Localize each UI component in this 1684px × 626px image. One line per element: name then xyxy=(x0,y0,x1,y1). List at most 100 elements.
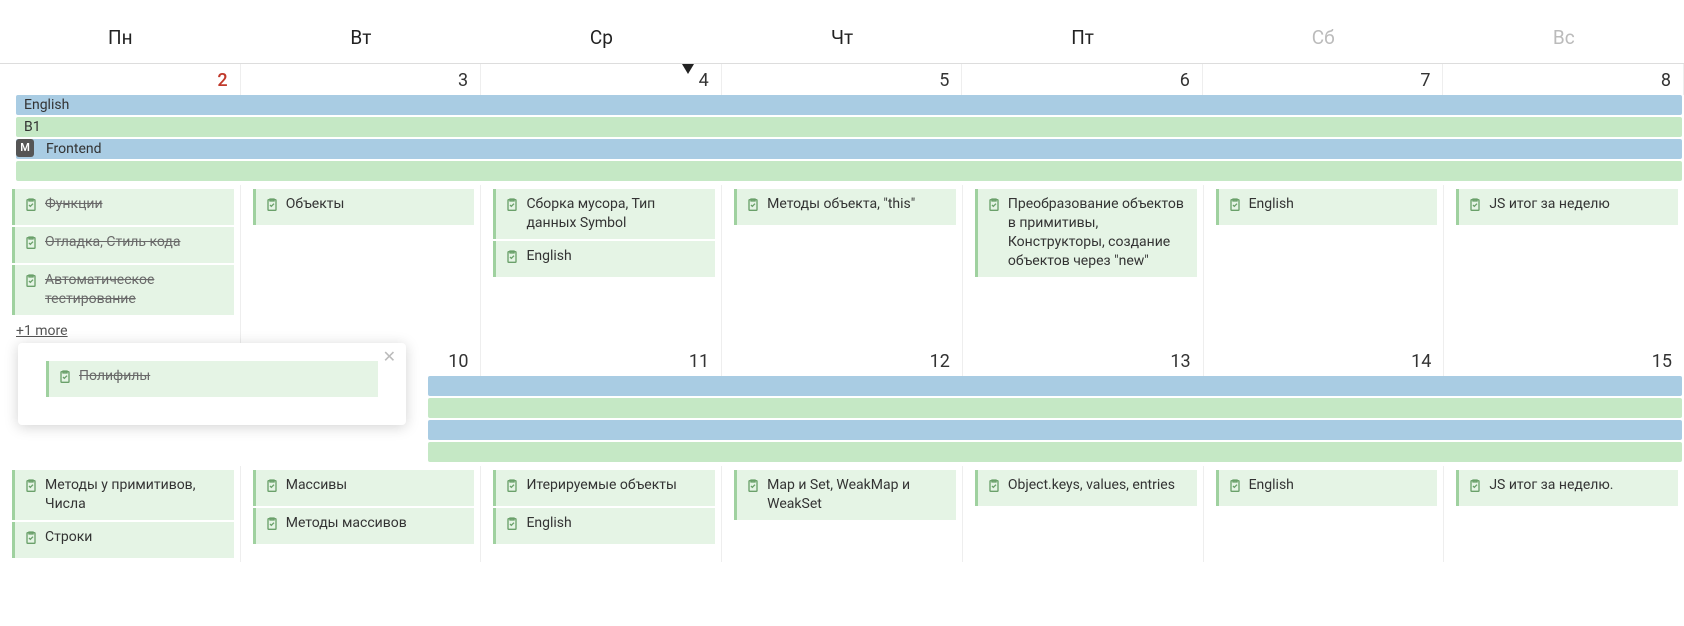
task-card[interactable]: Map и Set, WeakMap и WeakSet xyxy=(734,470,956,520)
task-text: Преобразование объектов в примитивы, Кон… xyxy=(1008,195,1189,271)
project-bar-sub[interactable] xyxy=(16,161,1682,181)
clipboard-check-icon xyxy=(264,197,280,217)
task-text: Итерируемые объекты xyxy=(526,476,707,495)
task-text: Методы объекта, "this" xyxy=(767,195,948,214)
day-cell[interactable]: Преобразование объектов в примитивы, Кон… xyxy=(963,185,1204,345)
day-cell[interactable]: JS итог за неделю. xyxy=(1444,466,1684,562)
date-cell[interactable]: 15 xyxy=(1444,345,1684,376)
close-icon[interactable]: ✕ xyxy=(383,349,396,365)
task-card[interactable]: JS итог за неделю xyxy=(1456,189,1678,225)
weekday-cell: Пт xyxy=(962,18,1203,63)
day-cell[interactable]: Методы у примитивов, Числа Строки xyxy=(0,466,241,562)
date-cell[interactable]: 8 xyxy=(1443,64,1684,95)
task-text: English xyxy=(1249,476,1430,495)
project-bar-frontend[interactable]: Frontend xyxy=(16,139,1682,159)
day-cell[interactable]: Сборка мусора, Тип данных Symbol English xyxy=(481,185,722,345)
task-text: Объекты xyxy=(286,195,467,214)
task-card[interactable]: Полифилы xyxy=(46,361,378,397)
task-text: Object.keys, values, entries xyxy=(1008,476,1189,495)
task-text: Полифилы xyxy=(79,367,370,386)
date-cell[interactable]: 3 xyxy=(241,64,482,95)
weekday-cell: Чт xyxy=(722,18,963,63)
clipboard-check-icon xyxy=(23,197,39,217)
task-card[interactable]: English xyxy=(1216,189,1438,225)
task-card[interactable]: Методы у примитивов, Числа xyxy=(12,470,234,520)
clipboard-check-icon xyxy=(57,369,73,389)
day-cell[interactable]: Итерируемые объекты English xyxy=(481,466,722,562)
project-bar-b1[interactable] xyxy=(428,398,1682,418)
task-card[interactable]: Методы массивов xyxy=(253,508,475,544)
date-cell[interactable]: 5 xyxy=(722,64,963,95)
clipboard-check-icon xyxy=(1467,478,1483,498)
weekday-cell: Сб xyxy=(1203,18,1444,63)
clipboard-check-icon xyxy=(23,530,39,550)
date-cell[interactable]: 14 xyxy=(1204,345,1445,376)
clipboard-check-icon xyxy=(504,197,520,217)
task-card[interactable]: Функции xyxy=(12,189,234,225)
task-text: Методы у примитивов, Числа xyxy=(45,476,226,514)
task-card[interactable]: Объекты xyxy=(253,189,475,225)
date-row: 2 3 4 5 6 7 8 xyxy=(0,64,1684,95)
clipboard-check-icon xyxy=(23,273,39,293)
task-card[interactable]: Автоматическое тестирование xyxy=(12,265,234,315)
project-bar-b1[interactable]: B1 xyxy=(16,117,1682,137)
task-text: Функции xyxy=(45,195,226,214)
project-bar-english[interactable] xyxy=(428,376,1682,396)
clipboard-check-icon xyxy=(264,478,280,498)
task-card[interactable]: JS итог за неделю. xyxy=(1456,470,1678,506)
date-cell[interactable]: 6 xyxy=(962,64,1203,95)
clipboard-check-icon xyxy=(23,478,39,498)
current-time-marker-icon xyxy=(682,64,694,74)
date-cell[interactable]: 2 xyxy=(0,64,241,95)
calendar-grid: Пн Вт Ср Чт Пт Сб Вс 2 3 4 5 6 7 8 Engli… xyxy=(0,0,1684,562)
day-cell[interactable]: Map и Set, WeakMap и WeakSet xyxy=(722,466,963,562)
project-bar-frontend[interactable] xyxy=(428,420,1682,440)
task-text: Автоматическое тестирование xyxy=(45,271,226,309)
date-cell[interactable]: 7 xyxy=(1203,64,1444,95)
clipboard-check-icon xyxy=(1227,197,1243,217)
weekday-header-row: Пн Вт Ср Чт Пт Сб Вс xyxy=(0,0,1684,64)
task-card[interactable]: Строки xyxy=(12,522,234,558)
week-bars: English B1 M Frontend xyxy=(0,95,1684,185)
clipboard-check-icon xyxy=(504,249,520,269)
clipboard-check-icon xyxy=(745,197,761,217)
date-cell[interactable]: 13 xyxy=(963,345,1204,376)
day-cell[interactable]: Функции Отладка, Стиль кода Автоматическ… xyxy=(0,185,241,345)
day-cell[interactable]: Методы объекта, "this" xyxy=(722,185,963,345)
task-card[interactable]: English xyxy=(1216,470,1438,506)
task-text: Map и Set, WeakMap и WeakSet xyxy=(767,476,948,514)
task-card[interactable]: Object.keys, values, entries xyxy=(975,470,1197,506)
task-text: JS итог за неделю xyxy=(1489,195,1670,214)
task-card[interactable]: Итерируемые объекты xyxy=(493,470,715,506)
task-text: English xyxy=(526,514,707,533)
task-card[interactable]: Отладка, Стиль кода xyxy=(12,227,234,263)
day-cell[interactable]: Объекты xyxy=(241,185,482,345)
tasks-row: Функции Отладка, Стиль кода Автоматическ… xyxy=(0,185,1684,345)
task-card[interactable]: English xyxy=(493,241,715,277)
date-cell[interactable]: 11 xyxy=(481,345,722,376)
clipboard-check-icon xyxy=(986,478,1002,498)
task-card[interactable]: Массивы xyxy=(253,470,475,506)
clipboard-check-icon xyxy=(504,478,520,498)
task-card[interactable]: English xyxy=(493,508,715,544)
clipboard-check-icon xyxy=(745,478,761,498)
more-tasks-link[interactable]: +1 more xyxy=(16,323,68,339)
task-card[interactable]: Преобразование объектов в примитивы, Кон… xyxy=(975,189,1197,277)
day-cell[interactable]: Object.keys, values, entries xyxy=(963,466,1204,562)
weekday-cell: Вс xyxy=(1443,18,1684,63)
weekday-cell: Ср xyxy=(481,18,722,63)
task-text: JS итог за неделю. xyxy=(1489,476,1670,495)
date-cell[interactable]: 12 xyxy=(722,345,963,376)
milestone-badge[interactable]: M xyxy=(16,139,34,157)
day-cell[interactable]: English xyxy=(1204,466,1445,562)
project-bar-english[interactable]: English xyxy=(16,95,1682,115)
clipboard-check-icon xyxy=(986,197,1002,217)
clipboard-check-icon xyxy=(23,235,39,255)
project-bar-sub[interactable] xyxy=(428,442,1682,462)
day-cell[interactable]: Массивы Методы массивов xyxy=(241,466,482,562)
clipboard-check-icon xyxy=(1467,197,1483,217)
day-cell[interactable]: English xyxy=(1204,185,1445,345)
task-card[interactable]: Методы объекта, "this" xyxy=(734,189,956,225)
task-card[interactable]: Сборка мусора, Тип данных Symbol xyxy=(493,189,715,239)
day-cell[interactable]: JS итог за неделю xyxy=(1444,185,1684,345)
